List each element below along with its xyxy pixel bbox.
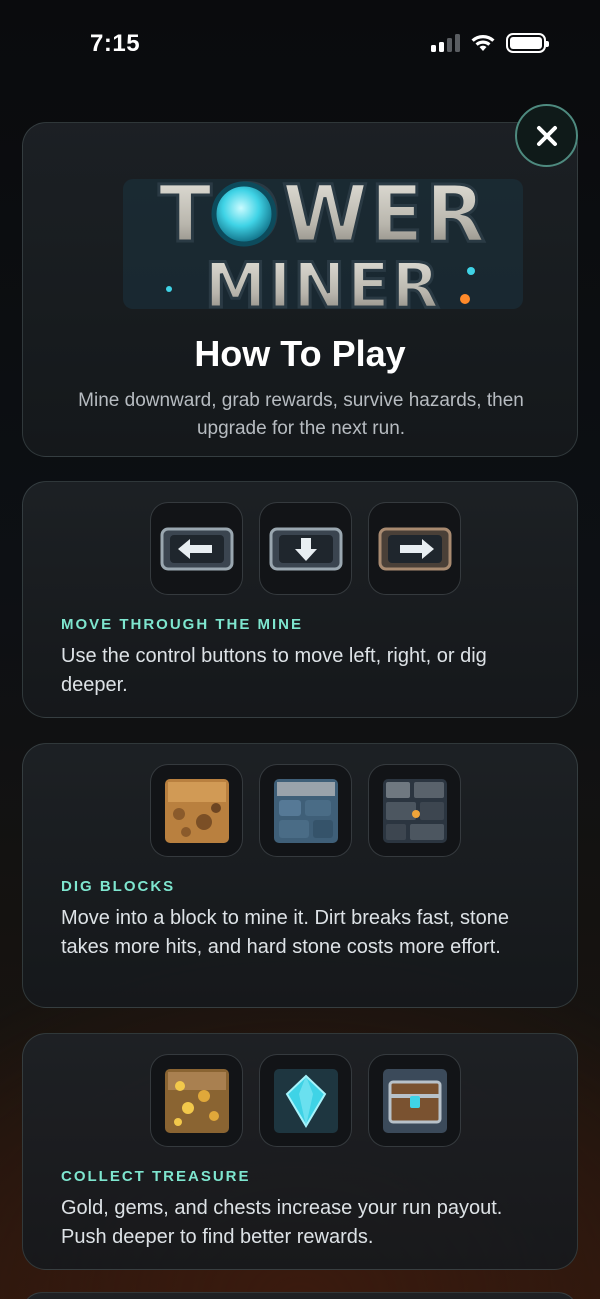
- section-text: Use the control buttons to move left, ri…: [61, 645, 487, 696]
- chest-icon: [382, 1068, 447, 1133]
- cellular-signal-icon: [431, 34, 460, 52]
- svg-text:MINER: MINER: [205, 249, 442, 322]
- section-dig: DIG BLOCKS Move into a block to mine it.…: [22, 743, 578, 1008]
- section-move: MOVE THROUGH THE MINE Use the control bu…: [22, 481, 578, 718]
- tower-miner-logo: TOWER MINER: [123, 169, 523, 324]
- close-button[interactable]: [515, 104, 578, 167]
- arrow-left-icon: [160, 527, 233, 570]
- tile-stone: [259, 764, 352, 857]
- arrow-right-icon: [378, 527, 451, 570]
- tile-left: [150, 502, 243, 595]
- section-text: Gold, gems, and chests increase your run…: [61, 1197, 503, 1248]
- section-title: COLLECT TREASURE: [61, 1168, 251, 1185]
- section-title: MOVE THROUGH THE MINE: [61, 616, 304, 633]
- svg-text:TOWER: TOWER: [159, 170, 488, 260]
- status-icons: [431, 33, 549, 53]
- section-treasure: COLLECT TREASURE Gold, gems, and chests …: [22, 1033, 578, 1270]
- wifi-icon: [471, 35, 495, 51]
- tile-hard-stone: [368, 764, 461, 857]
- icon-row: [150, 764, 461, 857]
- icon-row: [150, 502, 461, 595]
- battery-icon: [506, 33, 549, 53]
- tile-down: [259, 502, 352, 595]
- tile-gem: [259, 1054, 352, 1147]
- page-subtitle: Mine downward, grab rewards, survive haz…: [78, 390, 524, 439]
- arrow-down-icon: [269, 527, 342, 570]
- how-to-play-header-card: TOWER MINER How To Play Mine downward, g…: [22, 122, 578, 457]
- tile-dirt: [150, 764, 243, 857]
- stone-block-icon: [273, 778, 338, 843]
- tile-gold: [150, 1054, 243, 1147]
- tile-chest: [368, 1054, 461, 1147]
- tile-right: [368, 502, 461, 595]
- status-bar: 7:15: [0, 0, 600, 90]
- gem-icon: [273, 1068, 338, 1133]
- status-time: 7:15: [90, 30, 141, 57]
- section-next-partial: [22, 1292, 578, 1299]
- gold-ore-icon: [164, 1068, 229, 1133]
- hard-stone-block-icon: [382, 778, 447, 843]
- close-icon: [536, 125, 557, 146]
- page-title: How To Play: [194, 333, 406, 374]
- icon-row: [150, 1054, 461, 1147]
- section-title: DIG BLOCKS: [61, 878, 176, 895]
- dirt-block-icon: [164, 778, 229, 843]
- section-text: Move into a block to mine it. Dirt break…: [61, 907, 509, 958]
